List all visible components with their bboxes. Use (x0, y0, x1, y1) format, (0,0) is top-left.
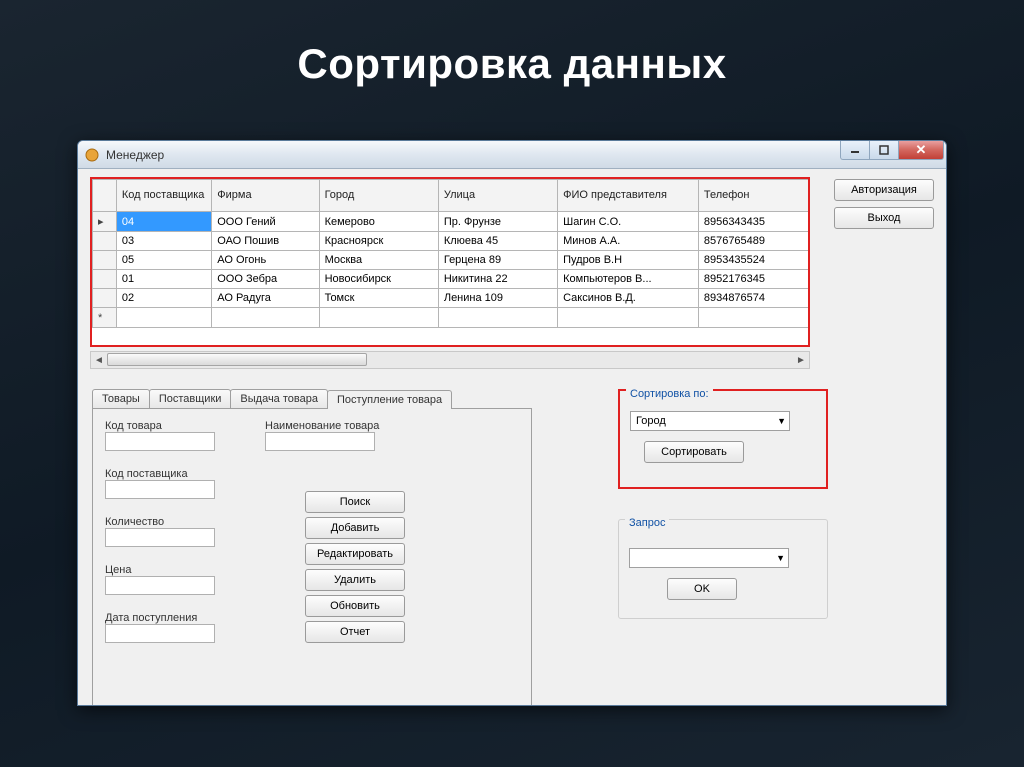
label-code: Код товара (105, 417, 245, 432)
refresh-button[interactable]: Обновить (305, 595, 405, 617)
tab-panel: Код товара Код поставщика Количество Цен… (92, 408, 532, 706)
add-button[interactable]: Добавить (305, 517, 405, 539)
table-row[interactable]: 03ОАО ПошивКрасноярскКлюева 45Минов А.А.… (93, 232, 811, 251)
sort-group-label: Сортировка по: (626, 388, 713, 400)
label-name: Наименование товара (265, 417, 445, 432)
sort-button[interactable]: Сортировать (644, 441, 744, 463)
column-header[interactable]: Город (319, 180, 438, 212)
column-header[interactable]: Улица (438, 180, 557, 212)
table-row[interactable]: ▸04ООО ГенийКемеровоПр. ФрунзеШагин С.О.… (93, 212, 811, 232)
new-row[interactable] (93, 308, 811, 328)
sort-field-value: Город (636, 415, 666, 427)
sort-group: Сортировка по: Город ▼ Сортировать (618, 389, 828, 489)
suppliers-grid[interactable]: Код поставщикаФирмаГородУлицаФИО предста… (90, 177, 810, 347)
table-row[interactable]: 01ООО ЗебраНовосибирскНикитина 22Компьют… (93, 270, 811, 289)
input-date[interactable] (105, 624, 215, 643)
tab-3[interactable]: Поступление товара (327, 390, 452, 409)
chevron-down-icon: ▼ (777, 416, 786, 426)
column-header[interactable]: Телефон (698, 180, 810, 212)
tab-1[interactable]: Поставщики (149, 389, 232, 408)
label-price: Цена (105, 561, 245, 576)
edit-button[interactable]: Редактировать (305, 543, 405, 565)
label-qty: Количество (105, 513, 245, 528)
column-header[interactable]: ФИО представителя (558, 180, 699, 212)
query-ok-button[interactable]: OK (667, 578, 737, 600)
column-header[interactable]: Код поставщика (116, 180, 211, 212)
maximize-button[interactable] (869, 141, 899, 160)
minimize-button[interactable] (840, 141, 870, 160)
sort-field-combo[interactable]: Город ▼ (630, 411, 790, 431)
scroll-left-icon[interactable]: ◄ (91, 355, 107, 366)
close-button[interactable]: ✕ (898, 141, 944, 160)
query-combo[interactable]: ▼ (629, 548, 789, 568)
input-qty[interactable] (105, 528, 215, 547)
titlebar: Менеджер ✕ (78, 141, 946, 169)
delete-button[interactable]: Удалить (305, 569, 405, 591)
scroll-thumb[interactable] (107, 353, 367, 366)
report-button[interactable]: Отчет (305, 621, 405, 643)
table-row[interactable]: 02АО РадугаТомскЛенина 109Саксинов В.Д.8… (93, 289, 811, 308)
input-supplier[interactable] (105, 480, 215, 499)
app-icon (84, 147, 100, 163)
query-group: Запрос ▼ OK (618, 519, 828, 619)
horizontal-scrollbar[interactable]: ◄ ► (90, 351, 810, 369)
tab-0[interactable]: Товары (92, 389, 150, 408)
query-group-label: Запрос (625, 517, 669, 529)
auth-button[interactable]: Авторизация (834, 179, 934, 201)
scroll-right-icon[interactable]: ► (793, 355, 809, 366)
search-button[interactable]: Поиск (305, 491, 405, 513)
input-price[interactable] (105, 576, 215, 595)
input-name[interactable] (265, 432, 375, 451)
app-window: Менеджер ✕ Код поставщикаФирмаГородУлица… (77, 140, 947, 706)
column-header[interactable]: Фирма (212, 180, 319, 212)
label-date: Дата поступления (105, 609, 245, 624)
slide-title: Сортировка данных (0, 0, 1024, 88)
input-code[interactable] (105, 432, 215, 451)
table-row[interactable]: 05АО ОгоньМоскваГерцена 89Пудров В.Н8953… (93, 251, 811, 270)
label-supplier: Код поставщика (105, 465, 245, 480)
window-title: Менеджер (106, 148, 164, 162)
exit-button[interactable]: Выход (834, 207, 934, 229)
chevron-down-icon: ▼ (776, 553, 785, 563)
tabbar: ТоварыПоставщикиВыдача товараПоступление… (92, 389, 532, 408)
tab-2[interactable]: Выдача товара (230, 389, 328, 408)
